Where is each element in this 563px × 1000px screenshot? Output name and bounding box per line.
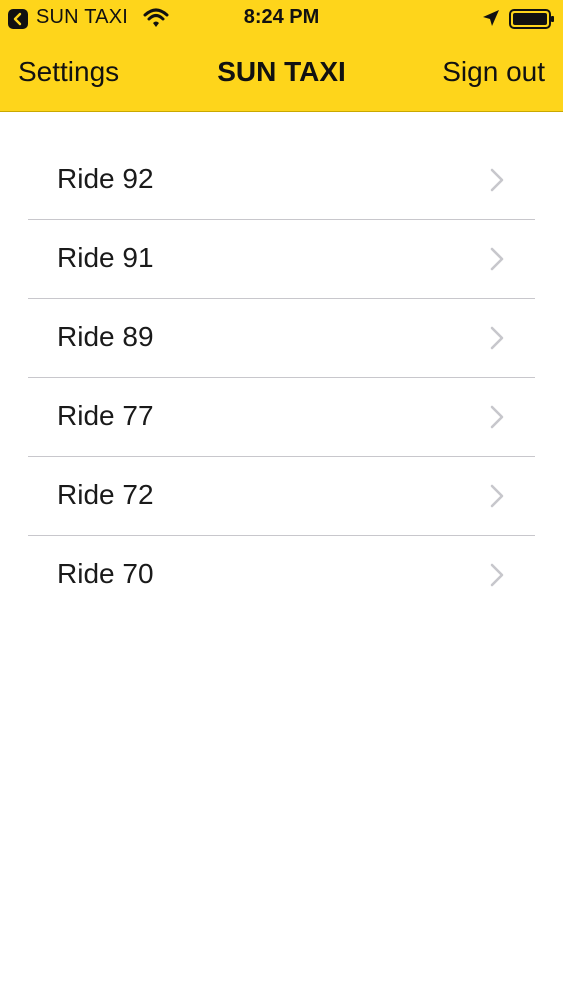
- header: SUN TAXI 8:24 PM Settings SUN TAXI Sign …: [0, 0, 563, 112]
- status-bar: SUN TAXI 8:24 PM: [0, 0, 563, 36]
- ride-row-77[interactable]: Ride 77: [0, 378, 563, 457]
- ride-label: Ride 72: [57, 479, 154, 510]
- ride-label: Ride 89: [57, 321, 154, 352]
- location-arrow-icon: [483, 10, 499, 26]
- ride-row-70[interactable]: Ride 70: [0, 536, 563, 615]
- navigation-bar: Settings SUN TAXI Sign out: [0, 36, 563, 112]
- chevron-right-icon: [490, 405, 504, 429]
- ride-row-89[interactable]: Ride 89: [0, 299, 563, 378]
- ride-label: Ride 70: [57, 558, 154, 589]
- settings-button[interactable]: Settings: [18, 56, 119, 88]
- ride-label: Ride 91: [57, 242, 154, 273]
- ride-label: Ride 77: [57, 400, 154, 431]
- chevron-right-icon: [490, 247, 504, 271]
- chevron-right-icon: [490, 563, 504, 587]
- sign-out-button[interactable]: Sign out: [442, 56, 545, 88]
- chevron-right-icon: [490, 326, 504, 350]
- ride-label: Ride 92: [57, 163, 154, 194]
- status-time: 8:24 PM: [243, 6, 320, 28]
- screen: SUN TAXI 8:24 PM Settings SUN TAXI Sign …: [0, 0, 563, 1000]
- ride-row-91[interactable]: Ride 91: [0, 220, 563, 299]
- ride-row-92[interactable]: Ride 92: [0, 141, 563, 220]
- ride-list: Ride 92 Ride 91 Ride 89 Ride 77 Ride 72 …: [0, 141, 563, 615]
- battery-icon: [509, 9, 554, 29]
- chevron-right-icon: [490, 168, 504, 192]
- chevron-right-icon: [490, 484, 504, 508]
- ride-row-72[interactable]: Ride 72: [0, 457, 563, 536]
